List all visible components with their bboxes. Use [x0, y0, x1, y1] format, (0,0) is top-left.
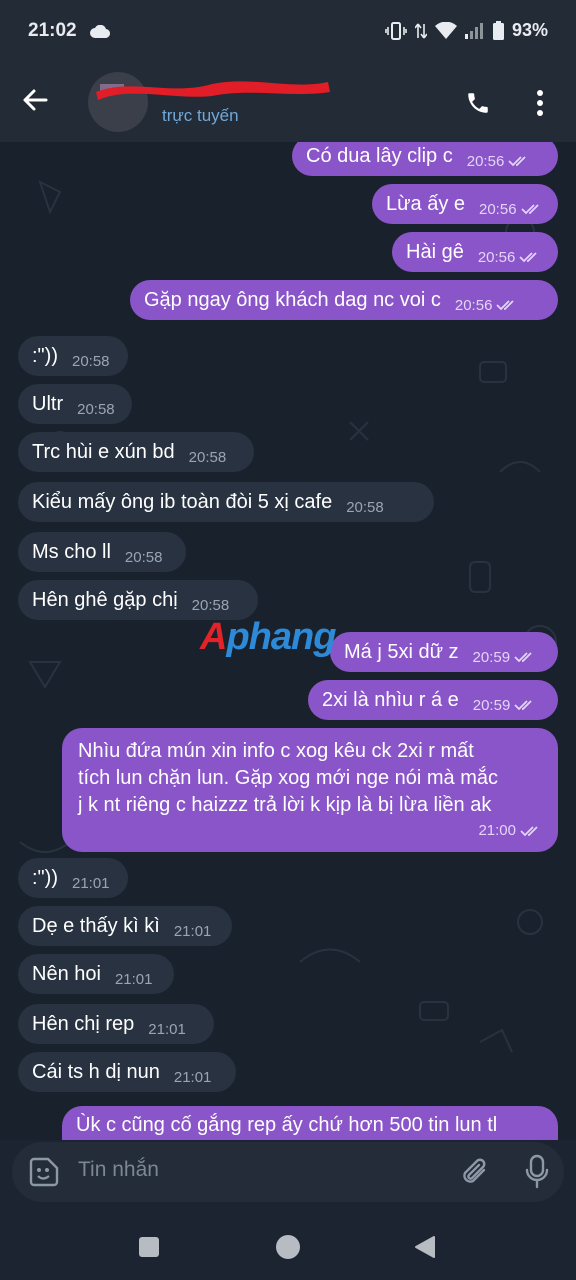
message-time: 20:58 [71, 352, 110, 370]
message-text: Hên ghê gặp chị [32, 588, 178, 611]
message-text-line: j k nt riêng c haizzz trả lời k kịp là b… [78, 794, 492, 816]
contact-status: trực tuyến [162, 106, 239, 125]
message-bubble-outgoing[interactable]: Má j 5xi dữ z 20:59 [330, 632, 558, 672]
watermark-text: phang [226, 616, 336, 658]
status-time: 21:02 [28, 20, 77, 41]
message-text: Kiểu mấy ông ib toàn đòi 5 xị cafe [32, 490, 333, 513]
message-text: Ms cho ll [32, 540, 111, 563]
read-check-icon [520, 825, 538, 836]
message-composer: Tin nhắn [12, 1142, 564, 1202]
message-text: Gặp ngay ông khách dag nc voi c [144, 288, 441, 311]
chat-area[interactable]: Có dua lây clip c 20:56 Lừa ấy e 20:56 H… [0, 142, 576, 1140]
message-time: 20:58 [77, 400, 115, 418]
message-text: :")) [32, 344, 58, 367]
message-bubble-outgoing[interactable]: Lừa ấy e 20:56 [372, 184, 558, 224]
message-time: 20:58 [124, 548, 163, 566]
message-time: 20:59 [472, 696, 511, 714]
message-text: Ùk c cũng cố gắng rep ấy chứ hơn 500 tin… [76, 1114, 498, 1136]
message-text: Cái ts h dị nun [32, 1060, 160, 1083]
message-time: 20:59 [472, 648, 511, 666]
status-bar: 21:02 93% [0, 0, 576, 64]
message-time: 20:56 [477, 248, 516, 266]
contact-name-redacted [96, 81, 330, 100]
message-bubble-incoming[interactable]: Hên ghê gặp chị 20:58 [18, 580, 258, 620]
watermark-letter: A [200, 616, 227, 658]
message-time: 20:58 [346, 498, 384, 516]
attach-icon[interactable] [460, 1156, 490, 1188]
cloud-icon [90, 25, 110, 38]
message-bubble-outgoing[interactable]: Nhìu đứa mún xin info c xog kêu ck 2xi r… [62, 728, 558, 852]
read-check-icon [514, 700, 532, 711]
message-text-line: tích lun chặn lun. Gặp xog mới nge nói m… [78, 767, 498, 789]
message-time: 21:01 [71, 874, 110, 892]
message-text: :")) [32, 866, 58, 889]
home-icon[interactable] [276, 1235, 300, 1259]
battery-icon [492, 21, 504, 40]
message-time: 20:58 [188, 448, 227, 466]
read-check-icon [519, 252, 537, 263]
chat-header: trực tuyến [0, 64, 576, 142]
watermark-logo: Aphang [200, 616, 336, 659]
message-time: 20:56 [454, 296, 493, 314]
more-options-icon[interactable] [536, 90, 544, 116]
message-text: Lừa ấy e [386, 192, 465, 215]
message-time: 21:01 [114, 970, 153, 988]
message-bubble-incoming[interactable]: Ms cho ll 20:58 [18, 532, 186, 572]
microphone-icon[interactable] [524, 1154, 550, 1190]
status-icons: 93% [385, 20, 548, 41]
message-bubble-incoming[interactable]: Cái ts h dị nun 21:01 [18, 1052, 236, 1092]
message-text: Hên chị rep [32, 1012, 135, 1035]
vibrate-icon [385, 21, 407, 40]
message-bubble-outgoing[interactable]: Hài gê 20:56 [392, 232, 558, 272]
message-time: 20:56 [479, 200, 517, 218]
message-time: 21:01 [173, 922, 212, 940]
message-bubble-incoming[interactable]: :")) 21:01 [18, 858, 128, 898]
data-arrows-icon [414, 23, 427, 38]
message-time: 21:00 [478, 822, 516, 839]
message-bubble-outgoing[interactable]: Có dua lây clip c 20:56 [292, 142, 558, 176]
recents-icon[interactable] [139, 1237, 159, 1257]
message-bubble-outgoing[interactable]: Gặp ngay ông khách dag nc voi c 20:56 [130, 280, 558, 320]
system-back-icon[interactable] [414, 1235, 436, 1259]
back-arrow-icon[interactable] [22, 88, 48, 112]
message-bubble-incoming[interactable]: Hên chị rep 21:01 [18, 1004, 214, 1044]
message-bubble-incoming[interactable]: Trc hùi e xún bd 20:58 [18, 432, 254, 472]
message-time: 21:01 [173, 1068, 212, 1086]
signal-icon [464, 22, 483, 39]
message-bubble-incoming[interactable]: Ultr 20:58 [18, 384, 132, 424]
message-bubble-outgoing[interactable]: Ùk c cũng cố gắng rep ấy chứ hơn 500 tin… [62, 1106, 558, 1140]
battery-percent: 93% [511, 20, 548, 40]
read-check-icon [514, 652, 532, 663]
message-bubble-incoming[interactable]: :")) 20:58 [18, 336, 128, 376]
message-bubble-incoming[interactable]: Dẹ e thấy kì kì 21:01 [18, 906, 232, 946]
wifi-icon [434, 21, 457, 39]
message-text: Hài gê [406, 240, 464, 263]
message-bubble-incoming[interactable]: Kiểu mấy ông ib toàn đòi 5 xị cafe 20:58 [18, 482, 434, 522]
read-check-icon [520, 204, 539, 215]
message-input[interactable]: Tin nhắn [78, 1158, 159, 1182]
read-check-icon [496, 300, 515, 311]
sticker-emoji-icon[interactable] [28, 1156, 60, 1188]
message-text: 2xi là nhìu r á e [322, 688, 459, 711]
message-text: Dẹ e thấy kì kì [32, 914, 160, 937]
message-bubble-outgoing[interactable]: 2xi là nhìu r á e 20:59 [308, 680, 558, 720]
system-navigation-bar [0, 1210, 576, 1280]
message-time: 20:56 [466, 152, 505, 170]
message-time: 20:58 [191, 596, 230, 614]
message-text: Ultr [32, 392, 64, 415]
message-time: 21:01 [148, 1020, 186, 1038]
message-text: Má j 5xi dữ z [344, 640, 459, 663]
read-check-icon [508, 156, 526, 167]
message-text-line: Nhìu đứa mún xin info c xog kêu ck 2xi r… [78, 740, 474, 762]
message-text: Trc hùi e xún bd [32, 440, 175, 463]
phone-icon[interactable] [465, 90, 491, 116]
message-text: Có dua lây clip c [306, 144, 453, 167]
message-bubble-incoming[interactable]: Nên hoi 21:01 [18, 954, 174, 994]
message-text: Nên hoi [32, 962, 101, 985]
